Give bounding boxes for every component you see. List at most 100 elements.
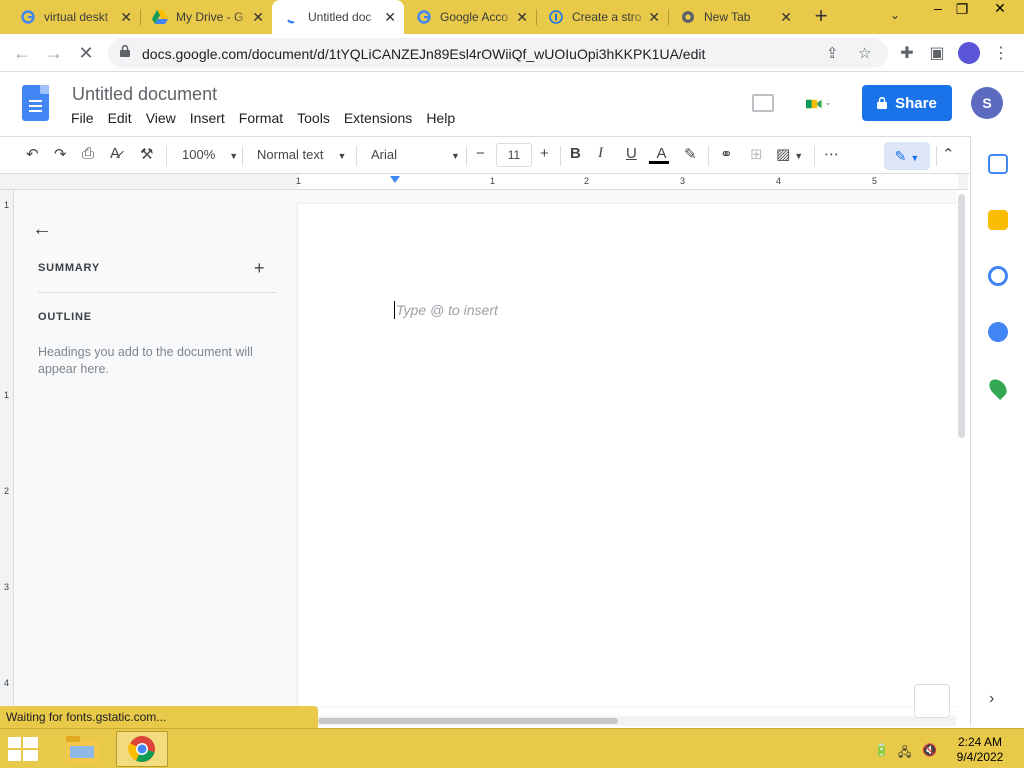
- bookmark-star-icon[interactable]: ☆: [858, 44, 871, 62]
- keep-icon[interactable]: [988, 210, 1008, 230]
- browser-tab-my-drive[interactable]: My Drive - G ✕: [140, 0, 272, 34]
- text-color-icon[interactable]: A: [649, 145, 669, 164]
- volume-muted-icon[interactable]: 🔇: [922, 743, 937, 757]
- contacts-icon[interactable]: [988, 322, 1008, 342]
- browser-tab-create-strong[interactable]: Create a stro ✕: [536, 0, 668, 34]
- document-page[interactable]: [298, 204, 956, 706]
- expand-side-panel-chevron-icon[interactable]: ›: [989, 690, 994, 708]
- document-placeholder[interactable]: Type @ to insert: [396, 302, 498, 318]
- close-tab-icon[interactable]: ✕: [780, 9, 792, 25]
- google-meet-icon[interactable]: [806, 96, 830, 112]
- google-g-icon: [20, 9, 36, 25]
- font-size-input[interactable]: 11: [496, 143, 532, 167]
- network-icon[interactable]: 🖧: [898, 743, 911, 764]
- browser-profile-avatar[interactable]: [958, 42, 980, 64]
- outline-hint-text: Headings you add to the document will ap…: [38, 345, 253, 376]
- close-outline-arrow-icon[interactable]: ←: [32, 218, 52, 241]
- vertical-scrollbar[interactable]: [956, 190, 968, 706]
- menu-insert[interactable]: Insert: [190, 110, 225, 126]
- browser-tab-new-tab[interactable]: New Tab ✕: [668, 0, 800, 34]
- back-button[interactable]: ←: [10, 41, 34, 65]
- decrease-font-size-button[interactable]: −: [476, 145, 485, 162]
- paint-format-icon[interactable]: ⚒: [140, 145, 153, 163]
- address-bar[interactable]: docs.google.com/document/d/1tYQLiCANZEJn…: [108, 38, 888, 68]
- explore-button[interactable]: [914, 684, 950, 718]
- ruler-tick-label: 1: [4, 390, 10, 400]
- highlight-color-icon[interactable]: ✎: [684, 145, 697, 163]
- menu-view[interactable]: View: [146, 110, 176, 126]
- account-avatar[interactable]: S: [971, 87, 1003, 119]
- tasks-icon[interactable]: [988, 266, 1008, 286]
- paragraph-style-select[interactable]: Normal text ▼: [257, 147, 346, 162]
- menu-file[interactable]: File: [71, 110, 94, 126]
- share-button[interactable]: Share: [862, 85, 952, 121]
- spellcheck-icon[interactable]: A̷: [110, 145, 120, 162]
- scrollbar-thumb[interactable]: [318, 718, 618, 724]
- toolbar-divider: [560, 146, 561, 166]
- file-explorer-taskbar-button[interactable]: [56, 731, 108, 767]
- browser-tab-untitled-doc[interactable]: Untitled doc ✕: [272, 0, 404, 34]
- browser-menu-kebab-icon[interactable]: ⋮: [990, 43, 1012, 63]
- maps-icon[interactable]: [985, 375, 1011, 401]
- windows-start-icon[interactable]: [8, 736, 38, 762]
- increase-font-size-button[interactable]: +: [540, 145, 549, 162]
- browser-tab-google-account[interactable]: Google Acco ✕: [404, 0, 536, 34]
- ruler-tick-label: 1: [296, 176, 302, 186]
- stop-loading-button[interactable]: ✕: [74, 41, 98, 65]
- tab-search-chevron-icon[interactable]: ⌄: [890, 8, 900, 22]
- horizontal-ruler[interactable]: 1 1 2 3 4 5: [0, 174, 968, 190]
- menu-tools[interactable]: Tools: [297, 110, 330, 126]
- close-tab-icon[interactable]: ✕: [120, 9, 132, 25]
- close-tab-icon[interactable]: ✕: [648, 9, 660, 25]
- undo-icon[interactable]: ↶: [26, 145, 39, 163]
- collapse-menus-chevron-icon[interactable]: ⌃: [942, 145, 955, 163]
- document-title[interactable]: Untitled document: [72, 84, 217, 105]
- tab-title: Google Acco: [440, 10, 509, 24]
- close-tab-icon[interactable]: ✕: [384, 9, 396, 25]
- bold-icon[interactable]: B: [570, 145, 581, 162]
- battery-warning-icon[interactable]: 🔋: [874, 743, 889, 757]
- zoom-select[interactable]: 100% ▼: [182, 147, 238, 162]
- editing-mode-button[interactable]: ✎ ▼: [884, 142, 930, 170]
- print-icon[interactable]: ⎙: [82, 145, 94, 162]
- close-window-button[interactable]: ✕: [984, 0, 1016, 22]
- chrome-taskbar-button[interactable]: [116, 731, 168, 767]
- google-docs-logo-icon[interactable]: [22, 85, 49, 121]
- font-family-select[interactable]: Arial ▼: [371, 147, 460, 162]
- chrome-icon: [128, 736, 155, 762]
- insert-image-icon[interactable]: ▨ ▼: [776, 145, 803, 163]
- browser-tab-virtual-desktop[interactable]: virtual deskt ✕: [8, 0, 140, 34]
- add-comment-icon[interactable]: ⊞: [750, 145, 763, 163]
- url-text[interactable]: docs.google.com/document/d/1tYQLiCANZEJn…: [142, 46, 705, 62]
- ruler-tick-label: 4: [776, 176, 782, 186]
- browser-toolbar: ← → ✕ docs.google.com/document/d/1tYQLiC…: [0, 34, 1024, 72]
- toolbar-divider: [166, 146, 167, 166]
- new-tab-button[interactable]: +: [810, 5, 832, 28]
- forward-button[interactable]: →: [42, 41, 66, 65]
- extensions-puzzle-icon[interactable]: ✚: [896, 43, 918, 63]
- underline-icon[interactable]: U: [626, 145, 637, 162]
- share-page-icon[interactable]: ⇪: [826, 44, 839, 62]
- horizontal-scrollbar[interactable]: [298, 716, 956, 726]
- menu-help[interactable]: Help: [426, 110, 455, 126]
- calendar-icon[interactable]: [988, 154, 1008, 174]
- scrollbar-thumb[interactable]: [958, 194, 965, 438]
- add-summary-plus-icon[interactable]: +: [254, 258, 265, 279]
- loading-spinner-icon: [284, 9, 300, 25]
- redo-icon[interactable]: ↷: [54, 145, 67, 163]
- menu-edit[interactable]: Edit: [108, 110, 132, 126]
- system-clock[interactable]: 2:24 AM 9/4/2022: [942, 735, 1018, 765]
- outline-heading: OUTLINE: [38, 311, 92, 323]
- side-panel-icon[interactable]: ▣: [926, 43, 948, 63]
- menu-extensions[interactable]: Extensions: [344, 110, 412, 126]
- close-tab-icon[interactable]: ✕: [252, 9, 264, 25]
- menu-format[interactable]: Format: [239, 110, 283, 126]
- vertical-ruler[interactable]: 1 1 2 3 4: [0, 190, 14, 706]
- more-options-icon[interactable]: ⋯: [824, 145, 839, 163]
- insert-link-icon[interactable]: ⚭: [720, 145, 733, 163]
- italic-icon[interactable]: I: [598, 145, 603, 162]
- close-tab-icon[interactable]: ✕: [516, 9, 528, 25]
- comment-history-icon[interactable]: [752, 94, 774, 112]
- restore-button[interactable]: ❐: [946, 1, 978, 23]
- loading-status-bar: Waiting for fonts.gstatic.com...: [0, 706, 318, 728]
